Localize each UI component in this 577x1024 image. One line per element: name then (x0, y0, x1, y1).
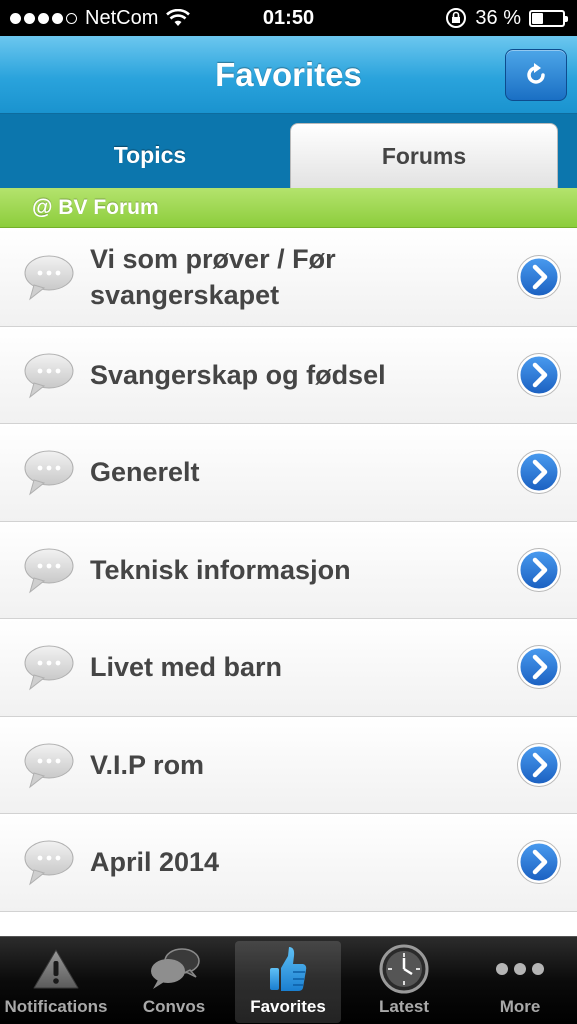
section-header: @ BV Forum (0, 188, 577, 228)
disclosure-chevron-icon[interactable] (517, 645, 561, 690)
signal-strength-icon (10, 12, 77, 24)
tabbar-favorites[interactable]: Favorites (235, 941, 341, 1023)
forum-title: April 2014 (90, 847, 220, 878)
more-dots-icon (496, 963, 544, 975)
thumbs-up-icon (270, 947, 307, 991)
tabbar-label: Favorites (250, 997, 326, 1016)
refresh-button[interactable] (505, 49, 567, 101)
clock-icon (379, 944, 429, 994)
segment-tabs: Topics Forums (0, 114, 577, 188)
forum-row[interactable]: Livet med barn (0, 619, 577, 717)
tabbar-convos[interactable]: Convos (118, 941, 230, 1023)
status-bar: NetCom 01:50 36 % (0, 0, 577, 36)
warning-icon (33, 949, 79, 989)
page-title: Favorites (215, 56, 362, 93)
forum-title: Svangerskap og fødsel (90, 359, 386, 390)
forum-list: Vi som prøver / Før svangerskapet Svanger… (0, 229, 577, 912)
refresh-icon (527, 63, 545, 84)
disclosure-chevron-icon[interactable] (517, 352, 561, 397)
forum-title: Livet med barn (90, 652, 283, 683)
forum-row[interactable]: Vi som prøver / Før svangerskapet (0, 229, 577, 327)
disclosure-chevron-icon[interactable] (517, 742, 561, 787)
tabbar-more[interactable]: More (466, 941, 574, 1023)
wifi-icon (166, 9, 191, 26)
disclosure-chevron-icon[interactable] (517, 255, 561, 300)
tab-forums[interactable]: Forums (290, 123, 558, 188)
rotation-lock-icon (446, 8, 467, 28)
tabbar-label: Convos (142, 997, 206, 1016)
forum-row[interactable]: V.I.P rom (0, 716, 577, 814)
tabbar-notifications[interactable]: Notifications (0, 941, 112, 1023)
tabbar-label: Latest (378, 997, 430, 1016)
status-left: NetCom (10, 0, 191, 36)
status-right: 36 % (445, 0, 568, 36)
speech-bubble-icon (22, 253, 76, 303)
speech-bubble-icon (22, 546, 76, 596)
tab-bar: Notifications Convos Favorites Latest Mo… (0, 936, 577, 1024)
speech-bubble-icon (22, 351, 76, 401)
carrier-name: NetCom (85, 6, 159, 29)
forum-title: Generelt (90, 457, 200, 488)
battery-icon (529, 9, 568, 27)
forum-title: Teknisk informasjon (90, 554, 351, 585)
forum-row[interactable]: Generelt (0, 424, 577, 522)
forum-row[interactable]: April 2014 (0, 814, 577, 912)
tabbar-label: More (499, 997, 541, 1016)
disclosure-chevron-icon[interactable] (517, 450, 561, 495)
nav-bar: Favorites (0, 36, 577, 114)
tabbar-label: Notifications (4, 997, 108, 1016)
chat-bubbles-icon (151, 948, 200, 989)
forum-title: V.I.P rom (90, 749, 205, 780)
disclosure-chevron-icon[interactable] (517, 547, 561, 592)
forum-row[interactable]: Svangerskap og fødsel (0, 326, 577, 424)
battery-percent: 36 % (475, 6, 521, 29)
forum-title: Vi som prøver / Før svangerskapet (90, 244, 336, 311)
disclosure-chevron-icon[interactable] (517, 840, 561, 885)
forum-row[interactable]: Teknisk informasjon (0, 521, 577, 619)
tab-topics[interactable]: Topics (12, 123, 288, 188)
speech-bubble-icon (22, 643, 76, 693)
speech-bubble-icon (22, 741, 76, 791)
speech-bubble-icon (22, 838, 76, 888)
tabbar-latest[interactable]: Latest (350, 941, 458, 1023)
speech-bubble-icon (22, 448, 76, 498)
